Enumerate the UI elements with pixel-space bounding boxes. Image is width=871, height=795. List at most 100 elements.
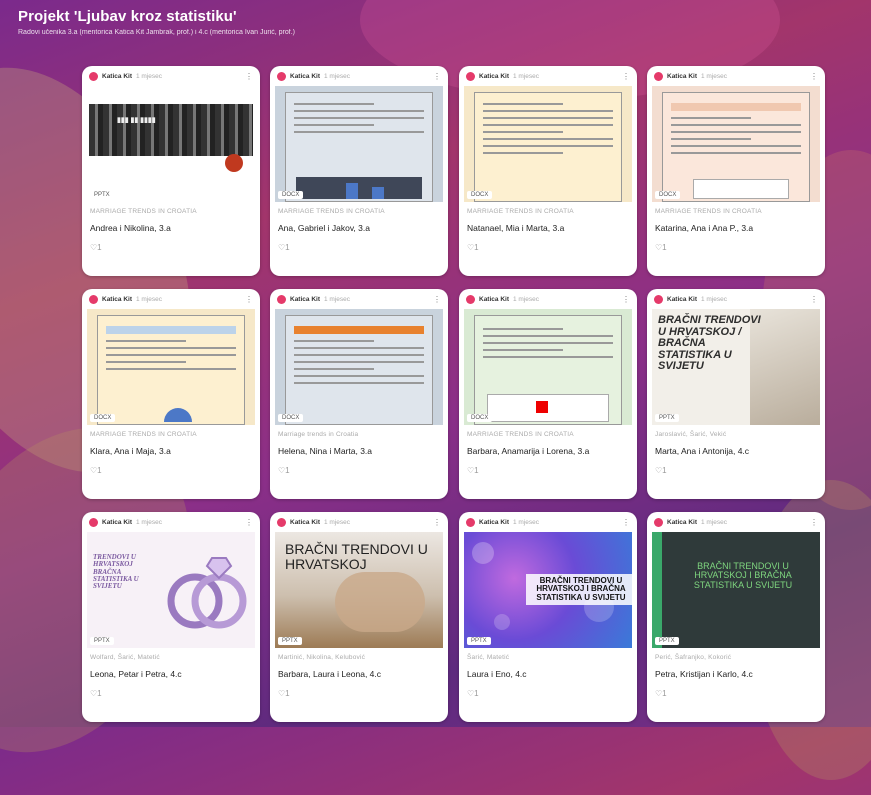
like-button[interactable]: ♡1 [82,679,260,706]
file-type-badge: PPTX [278,637,302,645]
more-options-icon[interactable]: ⋮ [810,295,818,304]
avatar[interactable] [466,294,475,304]
post-card[interactable]: Katica Kit 1 mjesec ⋮ DOCX MARRIAGE TREN… [82,289,260,499]
avatar[interactable] [654,71,663,81]
attachment-preview[interactable]: BRAČNI TRENDOVI U HRVATSKOJ I BRAČNA STA… [652,532,820,648]
more-options-icon[interactable]: ⋮ [622,295,630,304]
author-name[interactable]: Katica Kit [479,519,509,526]
post-header: Katica Kit 1 mjesec ⋮ [82,66,260,86]
post-card[interactable]: Katica Kit 1 mjesec ⋮ BRAČNI TRENDOVI U … [270,512,448,722]
post-card[interactable]: Katica Kit 1 mjesec ⋮ BRAČNI TRENDOVI U … [647,289,825,499]
avatar[interactable] [277,517,286,527]
like-button[interactable]: ♡1 [647,679,825,706]
like-button[interactable]: ♡1 [459,679,637,706]
slide-dot [225,154,243,172]
more-options-icon[interactable]: ⋮ [433,72,441,81]
more-options-icon[interactable]: ⋮ [622,72,630,81]
post-time: 1 mjesec [700,72,727,80]
author-name[interactable]: Katica Kit [102,73,132,80]
author-name[interactable]: Katica Kit [479,73,509,80]
like-button[interactable]: ♡1 [647,456,825,483]
file-type-badge: DOCX [90,414,116,422]
attachment-preview[interactable]: BRAČNI TRENDOVI U HRVATSKOJ I BRAČNA STA… [464,532,632,648]
more-options-icon[interactable]: ⋮ [245,72,253,81]
author-name[interactable]: Katica Kit [667,296,697,303]
post-header: Katica Kit 1 mjesec ⋮ [647,289,825,309]
attachment-preview[interactable]: DOCX [275,309,443,425]
author-name[interactable]: Katica Kit [667,73,697,80]
page-title: Projekt 'Ljubav kroz statistiku' [18,8,237,25]
slide-image [89,104,253,156]
post-card[interactable]: Katica Kit 1 mjesec ⋮ DOCX MARRIAGE TREN… [459,289,637,499]
post-category: Šarić, Matetić [467,654,510,661]
post-card[interactable]: Katica Kit 1 mjesec ⋮ DOCX MARRIAGE TREN… [270,66,448,276]
author-name[interactable]: Katica Kit [479,296,509,303]
more-options-icon[interactable]: ⋮ [433,518,441,527]
file-type-badge: DOCX [467,191,493,199]
post-time: 1 mjesec [135,518,162,526]
more-options-icon[interactable]: ⋮ [245,518,253,527]
author-name[interactable]: Katica Kit [290,519,320,526]
author-name[interactable]: Katica Kit [290,73,320,80]
file-type-badge: PPTX [655,414,679,422]
post-header: Katica Kit 1 mjesec ⋮ [82,289,260,309]
attachment-preview[interactable]: DOCX [652,86,820,202]
like-count: 1 [285,689,290,698]
author-name[interactable]: Katica Kit [667,519,697,526]
avatar[interactable] [89,517,98,527]
slide-title: BRAČNI TRENDOVI U HRVATSKOJ I BRAČNA STA… [693,561,793,590]
more-options-icon[interactable]: ⋮ [245,295,253,304]
like-button[interactable]: ♡1 [270,679,448,706]
post-card[interactable]: Katica Kit 1 mjesec ⋮ DOCX Marriage tren… [270,289,448,499]
post-category: Perić, Šafranjko, Kokorić [655,654,732,661]
avatar[interactable] [89,294,98,304]
more-options-icon[interactable]: ⋮ [810,72,818,81]
post-card[interactable]: Katica Kit 1 mjesec ⋮ DOCX MARRIAGE TREN… [459,66,637,276]
like-button[interactable]: ♡1 [82,233,260,260]
post-time: 1 mjesec [135,72,162,80]
attachment-preview[interactable]: DOCX [464,309,632,425]
avatar[interactable] [466,517,475,527]
like-count: 1 [662,689,667,698]
avatar[interactable] [654,294,663,304]
like-button[interactable]: ♡1 [82,456,260,483]
attachment-preview[interactable]: BRAČNI TRENDOVI U HRVATSKOJ PPTX [275,532,443,648]
like-button[interactable]: ♡1 [459,456,637,483]
attachment-preview[interactable]: TRENDOVI U HRVATSKOJ BRAČNA STATISTIKA U… [87,532,255,648]
document-chart [296,177,422,199]
file-type-badge: DOCX [655,191,681,199]
like-button[interactable]: ♡1 [459,233,637,260]
avatar[interactable] [89,71,98,81]
post-header: Katica Kit 1 mjesec ⋮ [270,512,448,532]
more-options-icon[interactable]: ⋮ [810,518,818,527]
post-time: 1 mjesec [323,295,350,303]
file-type-badge: DOCX [278,191,304,199]
post-card[interactable]: Katica Kit 1 mjesec ⋮ DOCX MARRIAGE TREN… [647,66,825,276]
post-header: Katica Kit 1 mjesec ⋮ [459,289,637,309]
avatar[interactable] [654,517,663,527]
post-header: Katica Kit 1 mjesec ⋮ [270,289,448,309]
avatar[interactable] [466,71,475,81]
avatar[interactable] [277,71,286,81]
post-card[interactable]: Katica Kit 1 mjesec ⋮ BRAČNI TRENDOVI U … [647,512,825,722]
attachment-preview[interactable]: BRAČNI TRENDOVI U HRVATSKOJ / BRAČNA STA… [652,309,820,425]
post-card[interactable]: Katica Kit 1 mjesec ⋮ TRENDOVI U HRVATSK… [82,512,260,722]
attachment-preview[interactable]: DOCX [87,309,255,425]
author-name[interactable]: Katica Kit [290,296,320,303]
avatar[interactable] [277,294,286,304]
post-header: Katica Kit 1 mjesec ⋮ [459,66,637,86]
attachment-preview[interactable]: DOCX [275,86,443,202]
post-card[interactable]: Katica Kit 1 mjesec ⋮ BRAČNI TRENDOVI U … [459,512,637,722]
like-button[interactable]: ♡1 [270,233,448,260]
post-card[interactable]: Katica Kit 1 mjesec ⋮ ▮▮▮ ▮▮ ▮▮▮▮ PPTX M… [82,66,260,276]
attachment-preview[interactable]: ▮▮▮ ▮▮ ▮▮▮▮ PPTX [87,86,255,202]
author-name[interactable]: Katica Kit [102,519,132,526]
more-options-icon[interactable]: ⋮ [622,518,630,527]
more-options-icon[interactable]: ⋮ [433,295,441,304]
attachment-preview[interactable]: DOCX [464,86,632,202]
author-name[interactable]: Katica Kit [102,296,132,303]
post-caption: Petra, Kristijan i Karlo, 4.c [655,669,753,679]
slide-title: BRAČNI TRENDOVI U HRVATSKOJ I BRAČNA STA… [536,576,626,602]
like-button[interactable]: ♡1 [270,456,448,483]
like-button[interactable]: ♡1 [647,233,825,260]
